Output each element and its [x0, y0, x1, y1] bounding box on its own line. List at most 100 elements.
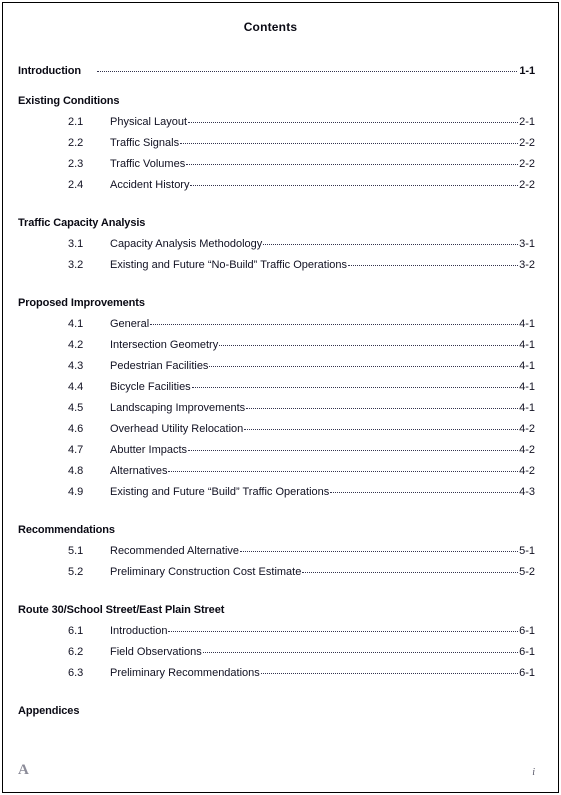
toc-section-row[interactable]: 5.2 Preliminary Construction Cost Estimat…: [18, 566, 535, 587]
dot-leader: [202, 649, 519, 653]
toc-section-number: 5.2: [68, 566, 84, 578]
toc-section-list: 2.1 Physical Layout 2-1 2.2 Traffic Signals 2…: [18, 116, 535, 200]
toc-chapter-row[interactable]: Existing Conditions: [18, 94, 535, 108]
toc-section-page-number: 4-3: [519, 486, 535, 498]
toc-chapter-title: Traffic Capacity Analysis: [18, 217, 146, 229]
toc-section-number: 3.1: [68, 238, 84, 250]
toc-section-number: 4.2: [68, 339, 84, 351]
toc-section-page-number: 2-2: [519, 179, 535, 191]
toc-section-number: 2.2: [68, 137, 84, 149]
toc-section-title: Recommended Alternative: [110, 545, 240, 557]
toc-section-page-number: 3-1: [519, 238, 535, 250]
toc-section-page-number: 4-2: [519, 444, 535, 456]
toc-section-page-number: 4-2: [519, 423, 535, 435]
dot-leader: [186, 161, 519, 165]
dot-leader: [330, 489, 519, 493]
dot-leader: [96, 68, 518, 72]
dot-leader: [302, 569, 519, 573]
toc-chapter-row[interactable]: Route 30/School Street/East Plain Street: [18, 603, 535, 617]
toc-section-row[interactable]: 4.9 Existing and Future “Build” Traffic O…: [18, 486, 535, 507]
dot-leader: [188, 447, 519, 451]
toc-section-row[interactable]: 4.8 Alternatives 4-2: [18, 465, 535, 486]
dot-leader: [219, 342, 519, 346]
toc-section-row[interactable]: 2.1 Physical Layout 2-1: [18, 116, 535, 137]
toc-section-number: 4.3: [68, 360, 84, 372]
page-content: Contents Introduction 1-1 Existing Conditi…: [0, 0, 561, 795]
toc-section-list: 5.1 Recommended Alternative 5-1 5.2 Prelimin…: [18, 545, 535, 587]
toc-section-page-number: 2-2: [519, 137, 535, 149]
toc-section-title: Preliminary Construction Cost Estimate: [110, 566, 302, 578]
toc-section-title: Introduction: [110, 625, 168, 637]
toc-section-page-number: 4-1: [519, 381, 535, 393]
toc-section-number: 6.2: [68, 646, 84, 658]
toc-section-page-number: 6-1: [519, 625, 535, 637]
dot-leader: [168, 468, 519, 472]
toc-chapter-row[interactable]: Proposed Improvements: [18, 296, 535, 310]
toc-section-row[interactable]: 2.3 Traffic Volumes 2-2: [18, 158, 535, 179]
toc-section-page-number: 4-1: [519, 402, 535, 414]
toc-section-number: 4.6: [68, 423, 84, 435]
toc-section-number: 5.1: [68, 545, 84, 557]
toc-section-row[interactable]: 2.2 Traffic Signals 2-2: [18, 137, 535, 158]
toc-section-number: 3.2: [68, 259, 84, 271]
toc-chapter-title: Introduction: [18, 65, 81, 77]
dot-leader: [263, 241, 519, 245]
dot-leader: [348, 262, 519, 266]
toc-section-row[interactable]: 4.1 General 4-1: [18, 318, 535, 339]
toc-section-number: 6.1: [68, 625, 84, 637]
table-of-contents: Introduction 1-1 Existing Conditions 2.1 Phy…: [18, 64, 535, 718]
dot-leader: [191, 384, 519, 388]
dot-leader: [244, 426, 519, 430]
toc-section-row[interactable]: 4.6 Overhead Utility Relocation 4-2: [18, 423, 535, 444]
toc-section-row[interactable]: 4.5 Landscaping Improvements 4-1: [18, 402, 535, 423]
toc-section-title: Capacity Analysis Methodology: [110, 238, 263, 250]
toc-chapter-row[interactable]: Traffic Capacity Analysis: [18, 216, 535, 230]
toc-chapter: Appendices: [18, 704, 535, 718]
toc-section-title: General: [110, 318, 150, 330]
toc-section-list: 4.1 General 4-1 4.2 Intersection Geometry 4-1…: [18, 318, 535, 507]
toc-section-number: 6.3: [68, 667, 84, 679]
toc-section-title: Intersection Geometry: [110, 339, 219, 351]
toc-chapter-row[interactable]: Introduction 1-1: [18, 64, 535, 78]
toc-section-number: 4.7: [68, 444, 84, 456]
toc-section-number: 4.8: [68, 465, 84, 477]
toc-section-list: 3.1 Capacity Analysis Methodology 3-1 3.2 Ex…: [18, 238, 535, 280]
toc-section-row[interactable]: 4.7 Abutter Impacts 4-2: [18, 444, 535, 465]
toc-section-row[interactable]: 4.3 Pedestrian Facilities 4-1: [18, 360, 535, 381]
toc-section-title: Field Observations: [110, 646, 202, 658]
toc-section-page-number: 4-1: [519, 339, 535, 351]
toc-section-title: Preliminary Recommendations: [110, 667, 260, 679]
toc-section-row[interactable]: 3.1 Capacity Analysis Methodology 3-1: [18, 238, 535, 259]
toc-section-row[interactable]: 2.4 Accident History 2-2: [18, 179, 535, 200]
toc-section-number: 4.9: [68, 486, 84, 498]
toc-section-row[interactable]: 6.2 Field Observations 6-1: [18, 646, 535, 667]
toc-section-page-number: 2-1: [519, 116, 535, 128]
toc-section-row[interactable]: 4.4 Bicycle Facilities 4-1: [18, 381, 535, 402]
toc-section-row[interactable]: 6.3 Preliminary Recommendations 6-1: [18, 667, 535, 688]
dot-leader: [188, 119, 519, 123]
toc-chapter-title: Appendices: [18, 705, 80, 717]
toc-section-page-number: 6-1: [519, 646, 535, 658]
toc-chapter-title: Route 30/School Street/East Plain Street: [18, 604, 225, 616]
dot-leader: [246, 405, 519, 409]
toc-section-page-number: 4-1: [519, 360, 535, 372]
toc-section-page-number: 5-1: [519, 545, 535, 557]
toc-section-row[interactable]: 5.1 Recommended Alternative 5-1: [18, 545, 535, 566]
toc-section-row[interactable]: 4.2 Intersection Geometry 4-1: [18, 339, 535, 360]
toc-chapter: Existing Conditions 2.1 Physical Layout 2-1…: [18, 94, 535, 200]
toc-section-title: Existing and Future “Build” Traffic Oper…: [110, 486, 330, 498]
dot-leader: [260, 670, 519, 674]
toc-section-row[interactable]: 3.2 Existing and Future “No-Build” Traffi…: [18, 259, 535, 280]
toc-section-title: Alternatives: [110, 465, 168, 477]
toc-chapter: Recommendations 5.1 Recommended Alternativ…: [18, 523, 535, 587]
toc-chapter-row[interactable]: Recommendations: [18, 523, 535, 537]
toc-section-title: Traffic Volumes: [110, 158, 186, 170]
dot-leader: [190, 182, 519, 186]
toc-section-title: Overhead Utility Relocation: [110, 423, 244, 435]
document-page: Contents Introduction 1-1 Existing Conditi…: [0, 0, 561, 795]
toc-chapter-title: Existing Conditions: [18, 95, 120, 107]
toc-chapter-row[interactable]: Appendices: [18, 704, 535, 718]
page-title: Contents: [243, 20, 298, 34]
toc-section-page-number: 3-2: [519, 259, 535, 271]
toc-section-row[interactable]: 6.1 Introduction 6-1: [18, 625, 535, 646]
